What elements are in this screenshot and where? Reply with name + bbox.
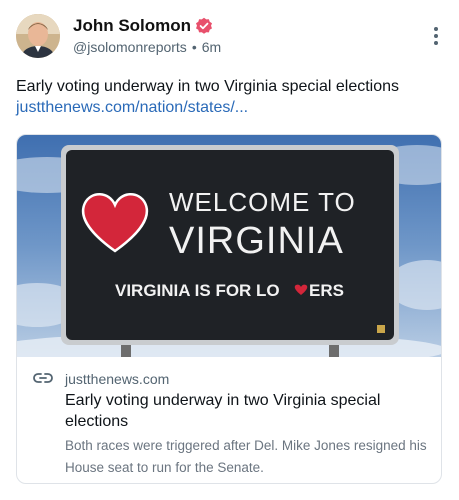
post-time[interactable]: 6m xyxy=(202,39,221,55)
card-domain-row: justthenews.com xyxy=(33,371,169,387)
sign-line1: WELCOME TO xyxy=(169,187,356,217)
card-body: justthenews.com Early voting underway in… xyxy=(17,357,441,483)
author-name[interactable]: John Solomon xyxy=(73,16,191,36)
author-handle[interactable]: @jsolomonreports xyxy=(73,39,187,55)
link-preview-card[interactable]: WELCOME TO VIRGINIA VIRGINIA IS FOR LO E… xyxy=(16,134,442,484)
sign-line2: VIRGINIA xyxy=(169,220,344,262)
sign-line3a: VIRGINIA IS FOR LO xyxy=(115,281,280,300)
author-meta: @jsolomonreports • 6m xyxy=(73,39,221,55)
card-description: Both races were triggered after Del. Mik… xyxy=(65,438,427,475)
card-image: WELCOME TO VIRGINIA VIRGINIA IS FOR LO E… xyxy=(17,135,441,357)
post-header: John Solomon @jsolomonreports • 6m xyxy=(16,14,446,60)
link-icon xyxy=(33,371,53,387)
svg-text:ERS: ERS xyxy=(309,281,344,300)
verified-badge-icon xyxy=(195,17,213,35)
avatar[interactable] xyxy=(16,14,60,58)
card-title: Early voting underway in two Virginia sp… xyxy=(65,392,381,430)
sign-line3b: ERS xyxy=(309,281,344,300)
post-text: Early voting underway in two Virginia sp… xyxy=(16,78,400,95)
more-vertical-icon[interactable] xyxy=(426,24,446,48)
post-link[interactable]: justthenews.com/nation/states/... xyxy=(16,97,248,119)
svg-text:VIRGINIA IS FOR LO: VIRGINIA IS FOR LO xyxy=(115,281,280,300)
meta-separator: • xyxy=(191,39,197,55)
card-domain: justthenews.com xyxy=(65,371,170,387)
author-name-row: John Solomon xyxy=(73,16,213,36)
